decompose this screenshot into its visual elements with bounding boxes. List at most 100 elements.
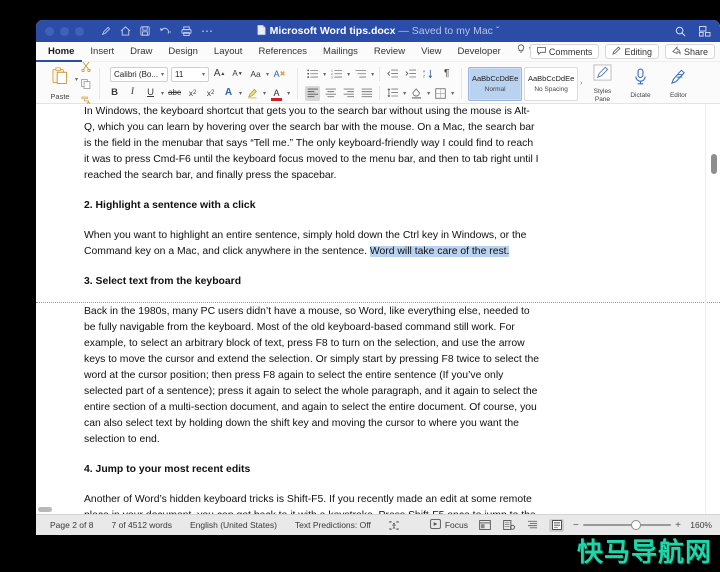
pen-icon[interactable] (101, 26, 111, 36)
tab-mailings[interactable]: Mailings (315, 42, 366, 62)
zoom-level[interactable]: 160% (690, 520, 712, 530)
tab-draw[interactable]: Draw (122, 42, 160, 62)
paragraph-4[interactable]: Another of Word’s hidden keyboard tricks… (84, 492, 540, 514)
tab-view[interactable]: View (413, 42, 449, 62)
bullets-dropdown-icon[interactable]: ▾ (323, 71, 326, 78)
comments-button[interactable]: Comments (529, 44, 600, 59)
line-spacing-icon[interactable] (385, 86, 400, 101)
maximize-button[interactable] (75, 26, 84, 36)
document-page[interactable]: In Windows, the keyboard shortcut that g… (36, 104, 720, 514)
borders-icon[interactable] (433, 86, 448, 101)
status-language[interactable]: English (United States) (181, 520, 286, 530)
tab-insert[interactable]: Insert (82, 42, 122, 62)
font-color-icon[interactable]: A (269, 86, 284, 101)
underline-icon[interactable]: U (143, 86, 158, 101)
paste-button[interactable]: Paste (41, 66, 75, 101)
editing-button[interactable]: Editing (605, 44, 659, 59)
styles-more-icon[interactable]: › (580, 80, 582, 87)
subscript-icon[interactable]: x2 (185, 86, 200, 101)
numbering-icon[interactable]: 123 (329, 67, 344, 82)
document-text[interactable]: In Windows, the keyboard shortcut that g… (84, 104, 540, 514)
tab-design[interactable]: Design (160, 42, 206, 62)
bullets-icon[interactable] (305, 67, 320, 82)
horizontal-scrollbar-thumb[interactable] (38, 507, 52, 512)
multilevel-dropdown-icon[interactable]: ▾ (371, 71, 374, 78)
heading-4[interactable]: 4. Jump to your most recent edits (84, 462, 540, 478)
editor-button[interactable]: Editor (660, 68, 696, 99)
zoom-slider[interactable]: − + (573, 520, 681, 531)
status-text-predictions[interactable]: Text Predictions: Off (286, 520, 380, 530)
highlight-color-icon[interactable] (245, 86, 260, 101)
search-icon[interactable] (675, 26, 686, 37)
zoom-knob[interactable] (630, 520, 641, 530)
superscript-icon[interactable]: x2 (203, 86, 218, 101)
copy-icon[interactable] (80, 76, 92, 91)
numbering-dropdown-icon[interactable]: ▾ (347, 71, 350, 78)
strikethrough-icon[interactable]: abc (167, 86, 182, 101)
multilevel-list-icon[interactable] (353, 67, 368, 82)
align-left-icon[interactable] (305, 85, 321, 101)
window-controls[interactable] (45, 26, 84, 36)
font-name-select[interactable]: Calibri (Bo... ▾ (110, 66, 169, 82)
outline-icon[interactable] (501, 519, 516, 532)
sort-icon[interactable]: AZ (421, 67, 436, 82)
bold-icon[interactable]: B (107, 86, 122, 101)
borders-dropdown-icon[interactable]: ▾ (451, 90, 454, 97)
vertical-scrollbar-thumb[interactable] (711, 154, 717, 174)
styles-pane-button[interactable]: Styles Pane (584, 64, 620, 103)
heading-2[interactable]: 2. Highlight a sentence with a click (84, 198, 540, 214)
zoom-out-button[interactable]: − (573, 520, 579, 531)
show-marks-icon[interactable]: ¶ (439, 67, 454, 82)
grow-font-icon[interactable]: A ▲ (212, 67, 227, 82)
undo-icon[interactable] (159, 26, 172, 36)
vertical-scrollbar[interactable] (710, 106, 718, 512)
saved-state-text[interactable]: — Saved to my Mac ˇ (398, 25, 499, 37)
line-spacing-dropdown-icon[interactable]: ▾ (403, 90, 406, 97)
style-no-spacing[interactable]: AaBbCcDdEe No Spacing (524, 66, 579, 101)
paste-dropdown-icon[interactable]: ▾ (75, 76, 78, 83)
change-case-icon[interactable]: Aa (248, 67, 263, 82)
paragraph-3[interactable]: Back in the 1980s, many PC users didn’t … (84, 304, 540, 448)
minimize-button[interactable] (60, 26, 69, 36)
highlight-dropdown-icon[interactable]: ▾ (263, 90, 266, 97)
paragraph-2[interactable]: When you want to highlight an entire sen… (84, 228, 540, 260)
focus-button[interactable]: Focus (429, 519, 468, 531)
clear-formatting-icon[interactable]: A ✖ (272, 67, 287, 82)
increase-indent-icon[interactable] (403, 67, 418, 82)
heading-3[interactable]: 3. Select text from the keyboard (84, 274, 540, 290)
save-icon[interactable] (140, 26, 150, 36)
tab-review[interactable]: Review (366, 42, 413, 62)
shading-dropdown-icon[interactable]: ▾ (427, 90, 430, 97)
print-layout-icon[interactable] (549, 518, 564, 532)
status-page[interactable]: Page 2 of 8 (36, 520, 102, 530)
tab-layout[interactable]: Layout (206, 42, 251, 62)
justify-icon[interactable] (359, 86, 374, 101)
web-layout-icon[interactable] (477, 519, 492, 532)
decrease-indent-icon[interactable] (385, 67, 400, 82)
dictate-button[interactable]: Dictate (622, 68, 658, 99)
font-color-dropdown-icon[interactable]: ▾ (287, 90, 290, 97)
align-right-icon[interactable] (341, 86, 356, 101)
home-icon[interactable] (120, 26, 131, 36)
share-button[interactable]: Share (664, 44, 715, 59)
align-center-icon[interactable] (323, 86, 338, 101)
italic-icon[interactable]: I (125, 86, 140, 101)
close-button[interactable] (45, 26, 54, 36)
ribbon-display-icon[interactable] (699, 25, 711, 37)
text-effects-icon[interactable]: A (221, 86, 236, 101)
zoom-in-button[interactable]: + (675, 520, 681, 531)
tab-references[interactable]: References (250, 42, 315, 62)
shading-icon[interactable] (409, 86, 424, 101)
style-normal[interactable]: AaBbCcDdEe Normal (468, 66, 523, 101)
print-icon[interactable] (181, 26, 192, 36)
tab-developer[interactable]: Developer (449, 42, 508, 62)
accessibility-icon[interactable] (380, 520, 408, 531)
document-canvas[interactable]: In Windows, the keyboard shortcut that g… (36, 104, 720, 514)
selected-text[interactable]: Word will take care of the rest. (369, 246, 510, 257)
draft-icon[interactable] (525, 519, 540, 532)
shrink-font-icon[interactable]: A ▼ (230, 67, 245, 82)
paragraph-1[interactable]: In Windows, the keyboard shortcut that g… (84, 104, 540, 184)
tab-home[interactable]: Home (36, 42, 83, 62)
more-icon[interactable]: ⋯ (201, 25, 214, 37)
font-size-select[interactable]: 11 ▾ (171, 66, 210, 82)
